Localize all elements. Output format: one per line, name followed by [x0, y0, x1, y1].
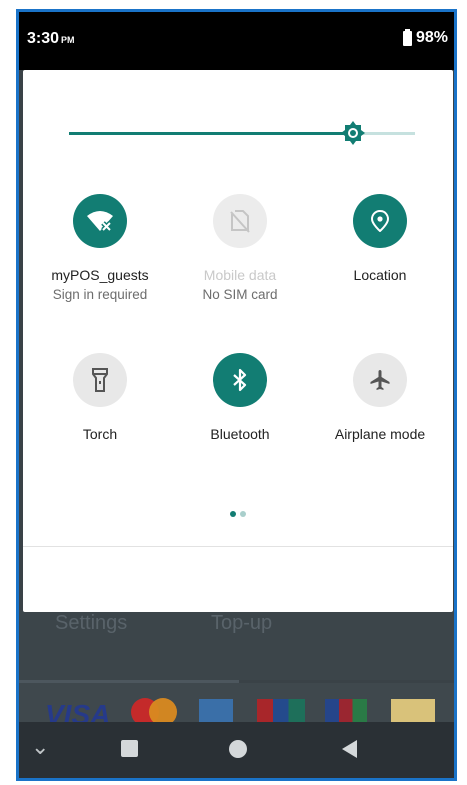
tile-wifi[interactable]: myPOS_guests Sign in required [35, 194, 165, 303]
tile-wifi-status: Sign in required [52, 287, 148, 302]
tile-airplane-mode-label: Airplane mode [334, 426, 426, 442]
hide-keyboard-icon[interactable]: ⌄ [31, 734, 49, 760]
tile-bluetooth-label: Bluetooth [210, 426, 270, 442]
background-tab-settings: Settings [55, 612, 128, 634]
tile-torch[interactable]: Torch [35, 353, 165, 442]
page-dot-2[interactable] [240, 511, 246, 517]
tile-bluetooth[interactable]: Bluetooth [175, 353, 305, 442]
tile-mobile-data-status: No SIM card [202, 287, 278, 302]
airplane-icon [353, 353, 407, 407]
quick-settings-panel: myPOS_guests Sign in required Mobile dat… [23, 70, 453, 612]
clock: 3:30 PM [27, 30, 75, 48]
tile-location-label: Location [353, 267, 407, 283]
panel-divider [23, 546, 453, 547]
tile-location[interactable]: Location [315, 194, 445, 283]
battery-icon [402, 28, 412, 46]
bluetooth-icon [213, 353, 267, 407]
brightness-icon[interactable] [340, 120, 366, 146]
home-button[interactable] [229, 740, 247, 758]
background-tab-topup: Top-up [211, 612, 273, 634]
tile-torch-label: Torch [82, 426, 118, 442]
tile-airplane-mode[interactable]: Airplane mode [315, 353, 445, 442]
page-dot-1[interactable] [230, 511, 236, 517]
navigation-bar: ⌄ [19, 722, 454, 778]
battery-percent: 98% [415, 29, 448, 46]
flashlight-icon [73, 353, 127, 407]
tile-wifi-label: myPOS_guests [51, 267, 149, 283]
tile-mobile-data[interactable]: Mobile data No SIM card [175, 194, 305, 303]
status-bar: 3:30 PM 98% [19, 12, 454, 70]
wifi-alert-icon [73, 194, 127, 248]
location-pin-icon [353, 194, 407, 248]
page-indicator[interactable] [23, 504, 453, 522]
back-button[interactable] [342, 740, 357, 758]
battery-status: 98% [402, 28, 448, 47]
tile-mobile-data-label: Mobile data [203, 267, 277, 283]
brightness-slider-fill [69, 132, 353, 135]
brightness-slider[interactable] [69, 121, 415, 145]
clock-time: 3:30 [27, 30, 60, 47]
recents-button[interactable] [121, 740, 138, 757]
no-sim-icon [213, 194, 267, 248]
device-screen: Settings Top-up VISA 3:30 PM 98% myPOS_g… [16, 9, 457, 781]
clock-ampm: PM [61, 35, 75, 45]
